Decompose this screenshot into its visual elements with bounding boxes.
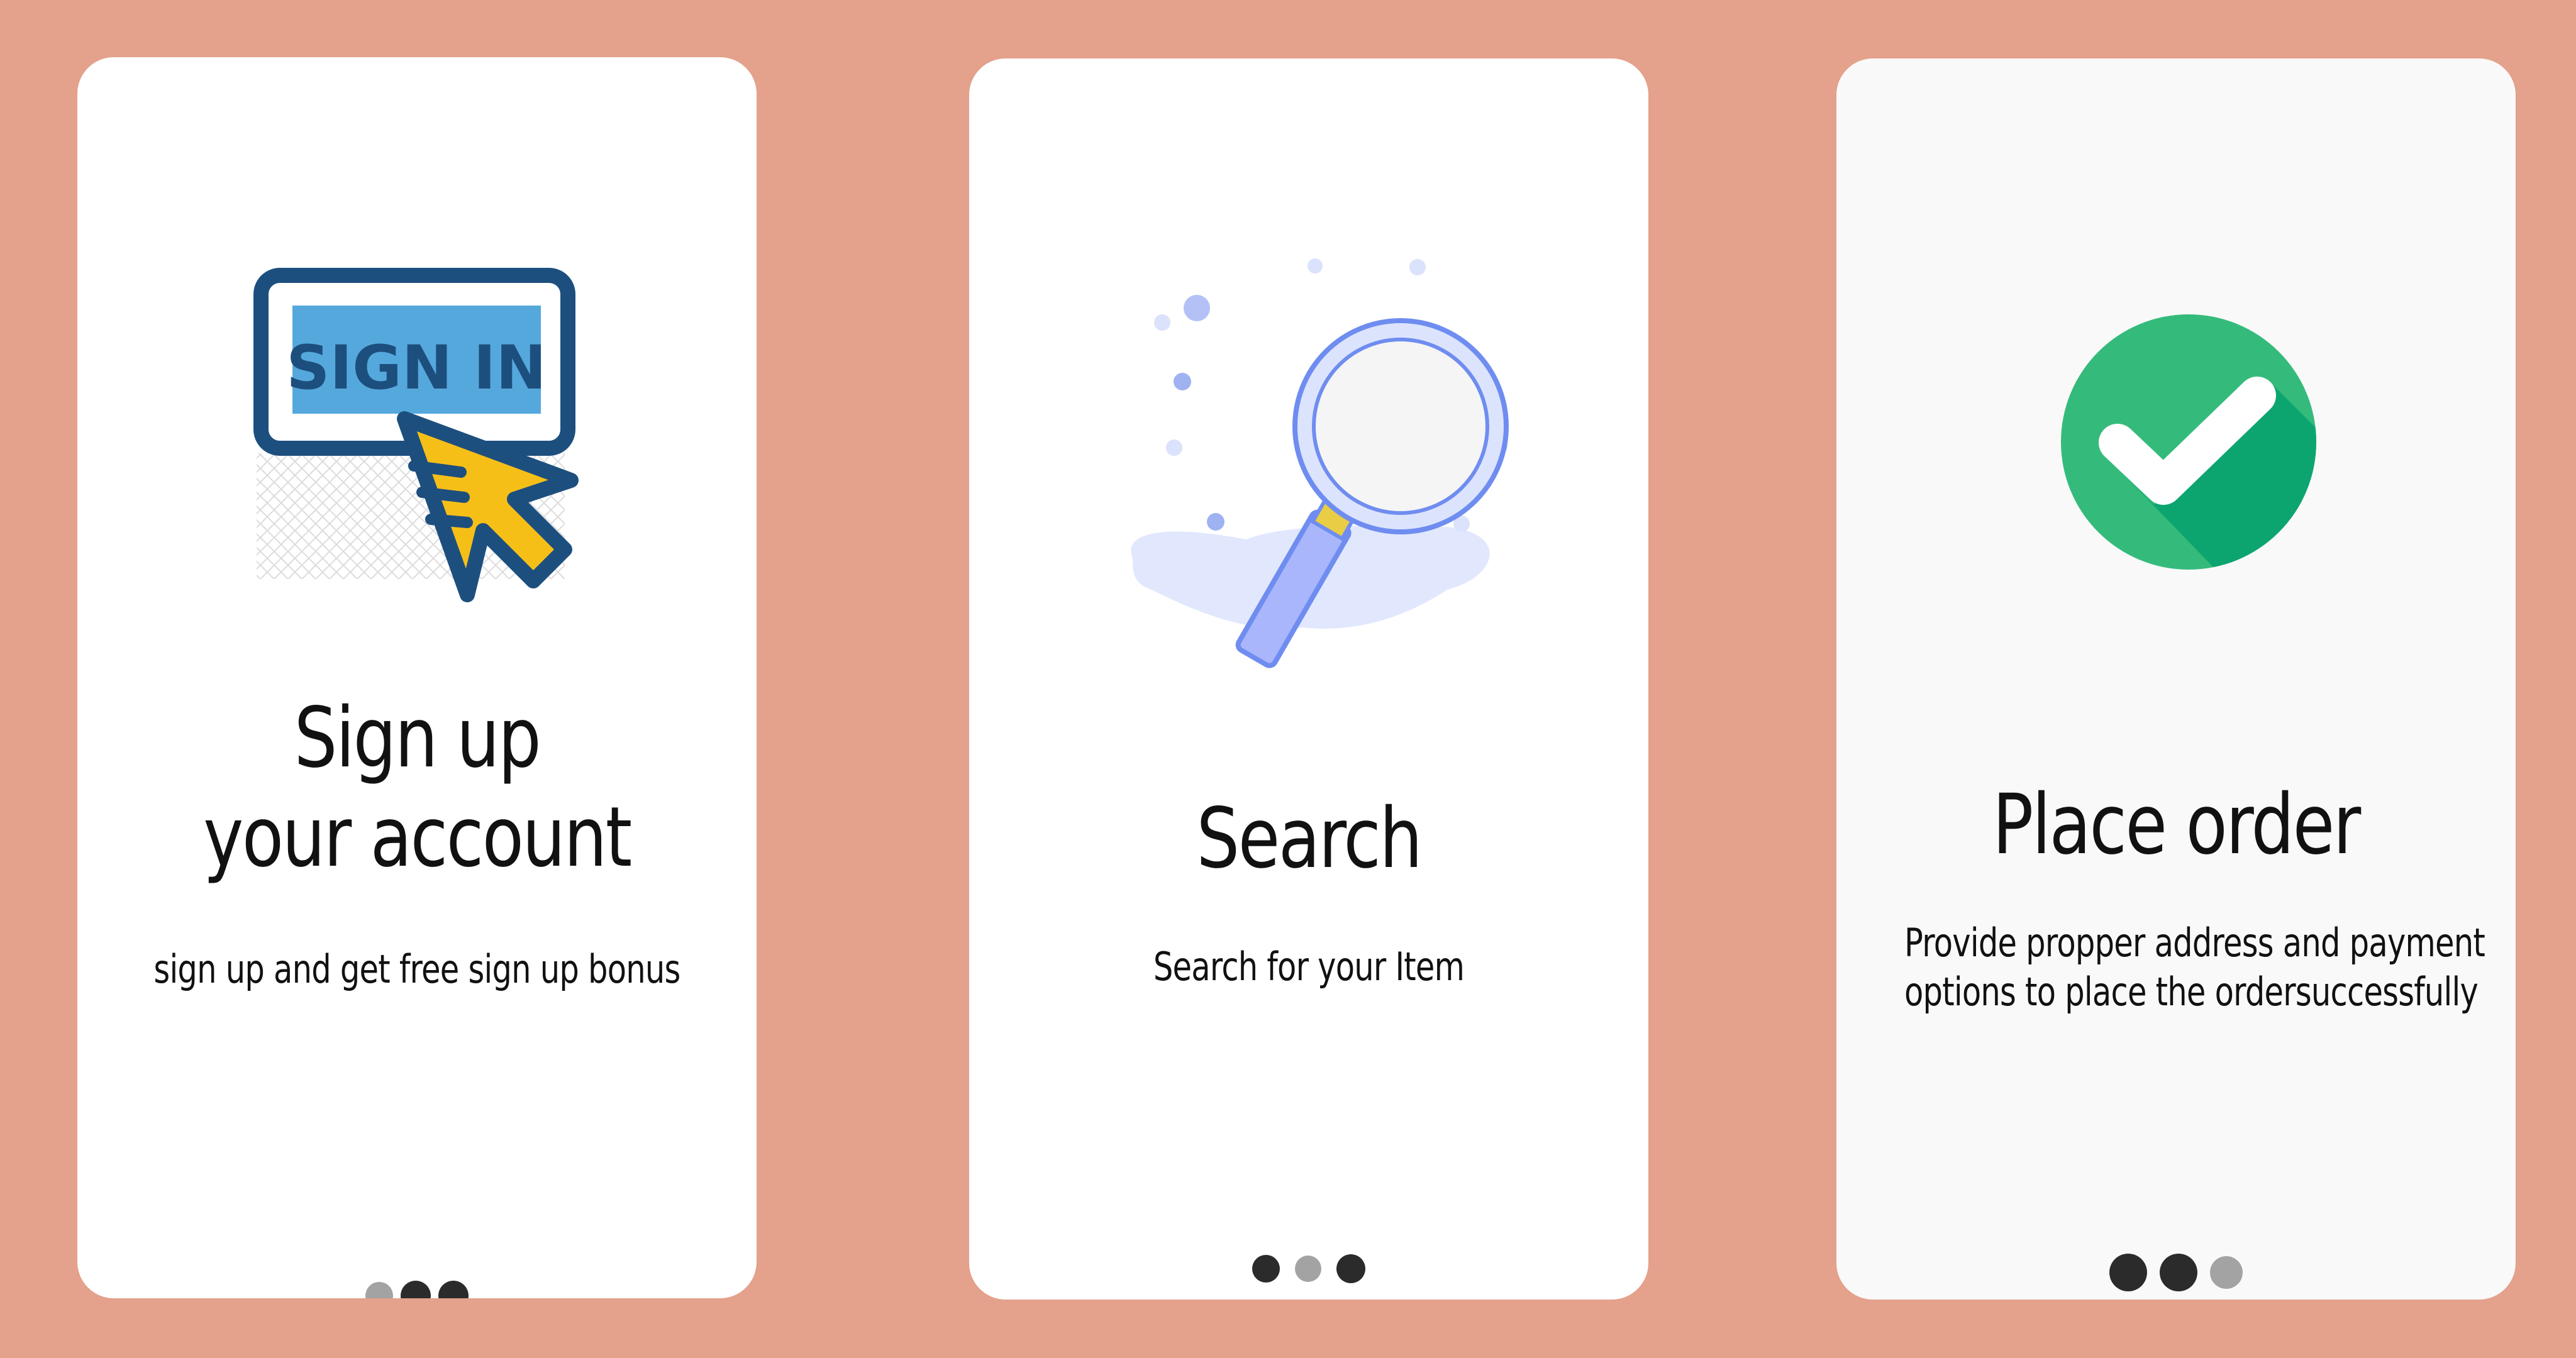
pagination-dot[interactable] (1295, 1256, 1321, 1282)
pagination-dot[interactable] (2210, 1256, 2243, 1289)
pagination-dots (1836, 1253, 2516, 1292)
card-subtitle-line-2: options to place the ordersuccessfully (1904, 969, 2479, 1015)
card-title: Sign up your account (138, 688, 696, 887)
card-title: Search (1030, 789, 1587, 888)
check-circle-icon (2061, 314, 2316, 570)
card-title: Place order (1897, 775, 2455, 875)
card-subtitle-line-1: Provide propper address and payment (1904, 920, 2485, 966)
card-subtitle-text: Search for your Item (1153, 944, 1465, 990)
pagination-dot[interactable] (1336, 1254, 1365, 1283)
pagination-dot[interactable] (2160, 1254, 2197, 1291)
card-subtitle: Provide propper address and payment opti… (1904, 919, 2485, 1017)
magnifying-glass-icon (1131, 258, 1509, 668)
onboarding-card-place-order: Place order Provide propper address and … (1836, 58, 2516, 1300)
onboarding-card-search: Search Search for your Item (969, 58, 1648, 1300)
pagination-dot[interactable] (438, 1281, 469, 1298)
card-title-line-1: Sign up (294, 690, 541, 787)
pagination-dot[interactable] (2109, 1254, 2147, 1291)
card-title-line-2: your account (203, 789, 632, 886)
sign-in-cursor-icon: SIGN IN (253, 268, 579, 602)
pagination-dot[interactable] (401, 1281, 431, 1298)
card-subtitle: sign up and get free sign up bonus (145, 945, 689, 994)
card-subtitle-text: sign up and get free sign up bonus (153, 946, 680, 992)
pagination-dot[interactable] (365, 1282, 393, 1298)
sign-in-label: SIGN IN (286, 333, 546, 403)
pagination-dots (969, 1253, 1648, 1284)
pagination-dots (77, 1280, 757, 1298)
card-subtitle: Search for your Item (1037, 942, 1580, 991)
pagination-dot[interactable] (1252, 1255, 1280, 1283)
card-title-text: Search (1196, 790, 1423, 887)
card-title-text: Place order (1992, 776, 2361, 873)
onboarding-card-signup: SIGN IN Sign up your account sign up and… (77, 57, 757, 1298)
